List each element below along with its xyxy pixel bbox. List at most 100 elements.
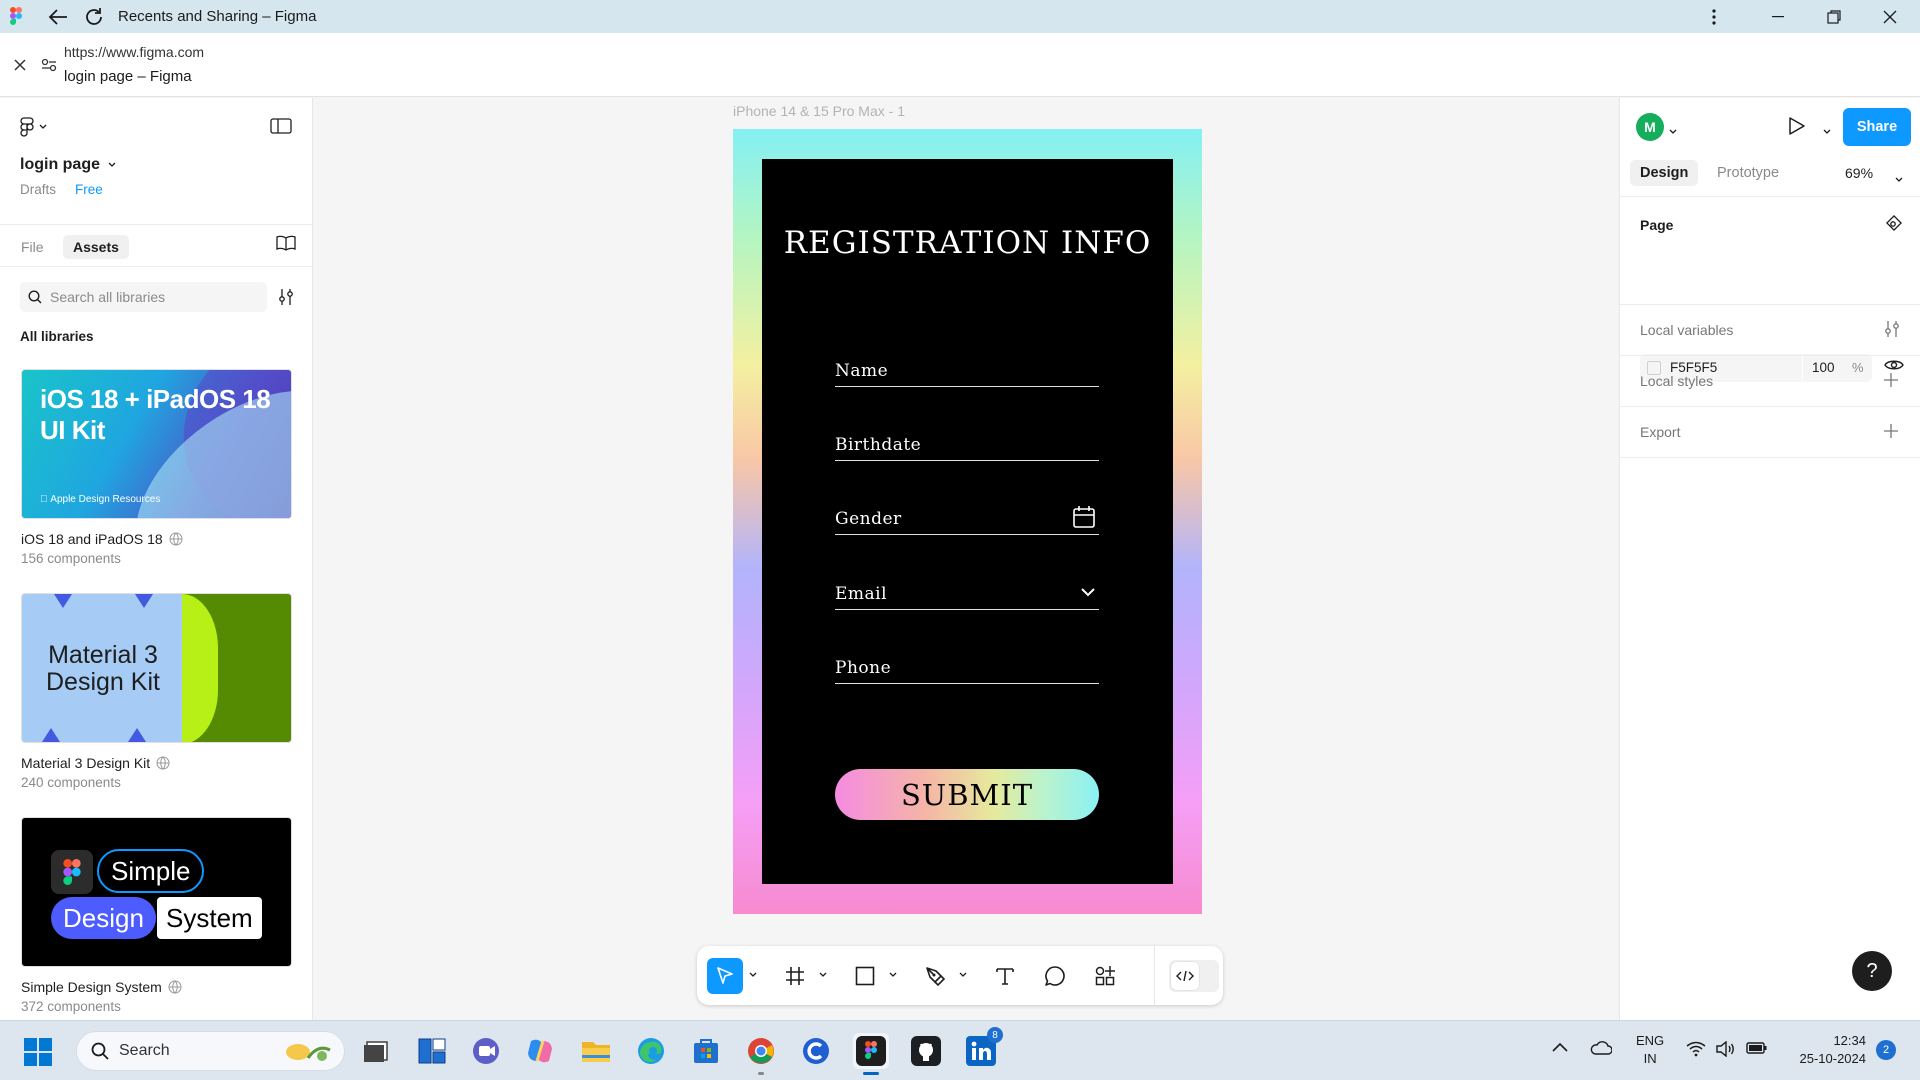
dev-mode-toggle[interactable] <box>1169 960 1219 992</box>
file-explorer-icon[interactable] <box>578 1033 614 1069</box>
plan-badge[interactable]: Free <box>75 182 103 197</box>
field-email[interactable]: Email <box>835 582 1099 610</box>
minimize-button[interactable] <box>1750 0 1806 33</box>
language-indicator[interactable]: ENG IN <box>1636 1032 1664 1068</box>
teams-chat-icon[interactable] <box>468 1033 504 1069</box>
library-thumbnail-simple-design-system[interactable]: Simple Design System <box>21 817 292 967</box>
left-panel-tabs: File Assets <box>0 224 312 266</box>
field-gender[interactable]: Gender <box>835 505 1099 535</box>
section-title-all-libraries: All libraries <box>20 329 94 344</box>
figma-menu-icon <box>20 117 34 137</box>
file-name-menu[interactable]: login page <box>20 156 116 174</box>
tab-design[interactable]: Design <box>1630 160 1699 186</box>
back-button[interactable] <box>38 0 78 33</box>
form-title[interactable]: REGISTRATION INFO <box>762 225 1173 261</box>
tab-file[interactable]: File <box>11 235 54 259</box>
chevron-down-icon[interactable] <box>747 968 759 982</box>
tab-assets[interactable]: Assets <box>63 235 129 259</box>
chevron-down-icon[interactable] <box>887 968 899 982</box>
edge-browser-icon[interactable] <box>633 1033 669 1069</box>
pen-tool-button[interactable] <box>917 958 953 994</box>
library-thumbnail-ios[interactable]: iOS 18 + iPadOS 18 UI Kit  Apple Design… <box>21 369 292 519</box>
variables-adjust-icon[interactable] <box>1884 320 1900 343</box>
plus-icon[interactable] <box>1884 373 1898 392</box>
reload-button[interactable] <box>74 0 114 33</box>
linkedin-icon[interactable]: 8 <box>963 1027 1003 1069</box>
notification-count-badge[interactable]: 2 <box>1876 1040 1896 1060</box>
ios-thumb-title: iOS 18 + iPadOS 18 UI Kit <box>40 384 271 445</box>
library-name[interactable]: Simple Design System <box>21 979 182 995</box>
design-canvas[interactable]: iPhone 14 & 15 Pro Max - 1 REGISTRATION … <box>313 98 1619 1020</box>
clock[interactable]: 12:34 25-10-2024 <box>1786 1032 1867 1068</box>
field-name[interactable]: Name <box>835 359 1099 387</box>
c-app-icon[interactable] <box>798 1033 834 1069</box>
widgets-icon[interactable] <box>414 1033 450 1069</box>
chevron-down-icon[interactable] <box>1669 122 1677 140</box>
section-title: Local variables <box>1640 322 1734 338</box>
github-icon[interactable] <box>908 1033 944 1069</box>
task-view-icon[interactable] <box>358 1033 394 1069</box>
close-icon[interactable] <box>8 53 32 77</box>
onedrive-cloud-icon[interactable] <box>1590 1041 1613 1060</box>
help-button[interactable]: ? <box>1852 951 1892 991</box>
zoom-level[interactable]: 69% <box>1845 165 1873 181</box>
chevron-down-icon <box>39 124 47 129</box>
form-card[interactable]: REGISTRATION INFO Name Birthdate Gender … <box>762 159 1173 884</box>
search-icon <box>28 290 42 304</box>
close-window-button[interactable] <box>1862 0 1918 33</box>
local-styles-section[interactable]: Local styles <box>1620 355 1920 406</box>
library-name[interactable]: Material 3 Design Kit <box>21 755 170 771</box>
search-libraries-input[interactable]: Search all libraries <box>20 282 267 312</box>
battery-icon[interactable] <box>1746 1041 1768 1060</box>
tab-prototype[interactable]: Prototype <box>1707 160 1789 186</box>
frame-tool-button[interactable] <box>777 958 813 994</box>
windows-start-icon[interactable] <box>24 1038 52 1071</box>
local-variables-section[interactable]: Local variables <box>1620 304 1920 355</box>
filter-adjust-icon[interactable] <box>278 288 294 311</box>
actions-tool-button[interactable] <box>1087 958 1123 994</box>
site-settings-icon[interactable] <box>34 53 64 77</box>
copilot-icon[interactable] <box>522 1033 558 1069</box>
chevron-down-icon[interactable] <box>1081 584 1095 602</box>
chevron-down-icon[interactable] <box>1823 122 1831 140</box>
submit-button[interactable]: SUBMIT <box>835 769 1099 820</box>
avatar[interactable]: M <box>1636 113 1664 141</box>
comment-tool-button[interactable] <box>1037 958 1073 994</box>
text-tool-button[interactable] <box>987 958 1023 994</box>
taskbar-search-box[interactable]: Search <box>76 1031 345 1071</box>
color-styles-icon[interactable] <box>1884 215 1902 238</box>
field-birthdate[interactable]: Birthdate <box>835 433 1099 461</box>
wifi-icon[interactable] <box>1686 1041 1706 1062</box>
toggle-sidebar-icon[interactable] <box>270 118 292 139</box>
library-name[interactable]: iOS 18 and iPadOS 18 <box>21 531 183 547</box>
chevron-down-icon[interactable] <box>957 968 969 982</box>
file-location[interactable]: Drafts <box>20 182 56 197</box>
frame-label[interactable]: iPhone 14 & 15 Pro Max - 1 <box>733 103 905 119</box>
volume-icon[interactable] <box>1716 1040 1736 1062</box>
field-label: Phone <box>835 658 892 678</box>
field-phone[interactable]: Phone <box>835 656 1099 684</box>
library-count: 156 components <box>21 551 121 566</box>
more-options-icon[interactable] <box>1686 0 1742 33</box>
library-thumbnail-material[interactable]: Material 3 Design Kit <box>21 593 292 743</box>
chevron-up-icon[interactable] <box>1552 1039 1568 1057</box>
present-play-icon[interactable] <box>1788 116 1806 141</box>
rectangle-tool-button[interactable] <box>847 958 883 994</box>
left-panel: login page Drafts Free File Assets Searc… <box>0 98 313 1020</box>
share-button[interactable]: Share <box>1843 108 1911 146</box>
frame-icon <box>786 967 804 985</box>
chevron-down-icon[interactable] <box>1895 170 1903 188</box>
chevron-down-icon[interactable] <box>817 968 829 982</box>
plus-icon[interactable] <box>1884 424 1898 443</box>
iphone-frame[interactable]: REGISTRATION INFO Name Birthdate Gender … <box>733 129 1202 914</box>
move-tool-button[interactable] <box>707 958 743 994</box>
export-section[interactable]: Export <box>1620 406 1920 458</box>
library-book-icon[interactable] <box>276 235 296 256</box>
chrome-icon[interactable] <box>743 1033 779 1075</box>
restore-button[interactable] <box>1806 0 1862 33</box>
url-text[interactable]: https://www.figma.com <box>64 44 204 60</box>
figma-app-icon[interactable] <box>853 1033 889 1075</box>
main-menu-button[interactable] <box>20 117 47 137</box>
calendar-icon[interactable] <box>1073 505 1095 534</box>
microsoft-store-icon[interactable] <box>688 1033 724 1069</box>
